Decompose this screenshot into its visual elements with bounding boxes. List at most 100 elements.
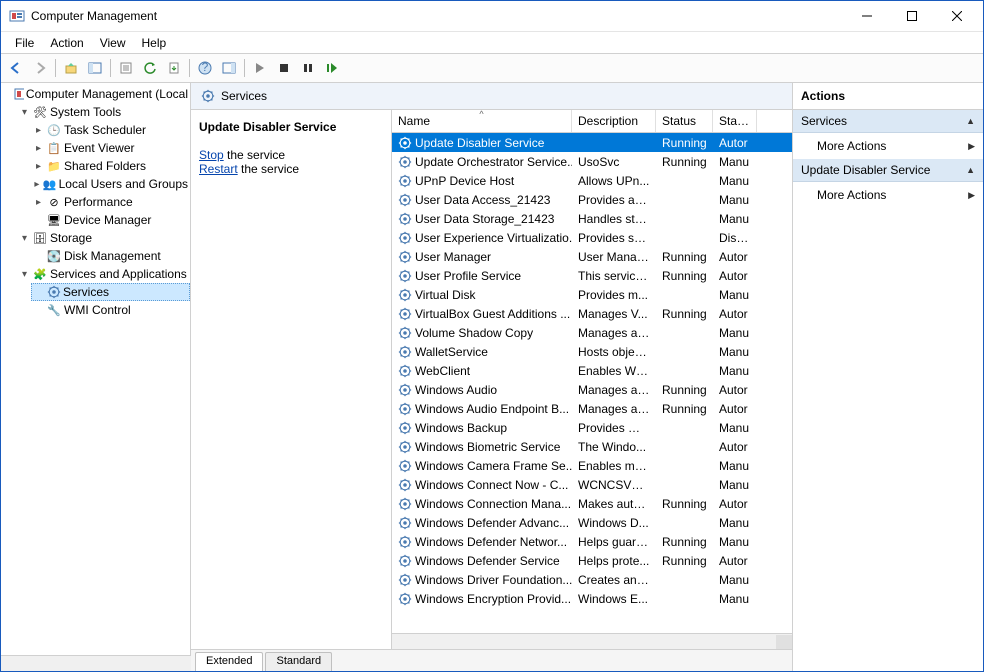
col-status[interactable]: Status — [656, 110, 713, 132]
gear-icon — [398, 573, 412, 587]
service-startup: Manu — [713, 345, 757, 359]
service-row[interactable]: User Data Access_21423Provides ap...Manu — [392, 190, 792, 209]
help-button[interactable]: ? — [194, 57, 216, 79]
tree-root[interactable]: Computer Management (Local — [3, 85, 190, 103]
show-hide-action-button[interactable] — [218, 57, 240, 79]
tab-extended[interactable]: Extended — [195, 652, 263, 671]
actions-group-services[interactable]: Services▲ — [793, 110, 983, 133]
horizontal-scrollbar[interactable] — [392, 633, 792, 649]
up-button[interactable] — [60, 57, 82, 79]
gear-icon — [398, 326, 412, 340]
expand-icon[interactable]: ▸ — [33, 179, 41, 190]
minimize-button[interactable] — [844, 2, 889, 30]
service-row[interactable]: Virtual DiskProvides m...Manu — [392, 285, 792, 304]
expand-icon[interactable]: ▸ — [33, 197, 44, 208]
tree-storage[interactable]: ▾🗄Storage — [17, 229, 190, 247]
service-row[interactable]: User ManagerUser Manag...RunningAutor — [392, 247, 792, 266]
tree-shared-folders[interactable]: ▸📁Shared Folders — [31, 157, 190, 175]
service-startup: Autor — [713, 554, 757, 568]
tree-event-viewer[interactable]: ▸📋Event Viewer — [31, 139, 190, 157]
service-row[interactable]: Windows BackupProvides Wi...Manu — [392, 418, 792, 437]
col-startup[interactable]: Startu — [713, 110, 757, 132]
service-row[interactable]: Update Disabler ServiceRunningAutor — [392, 133, 792, 152]
service-name: Windows Encryption Provid... — [415, 592, 571, 606]
menu-file[interactable]: File — [7, 34, 42, 52]
forward-button[interactable] — [29, 57, 51, 79]
service-status: Running — [656, 402, 713, 416]
service-description: Makes auto... — [572, 497, 656, 511]
tree-performance[interactable]: ▸⊘Performance — [31, 193, 190, 211]
service-row[interactable]: Windows Audio Endpoint B...Manages au...… — [392, 399, 792, 418]
service-row[interactable]: User Experience Virtualizatio...Provides… — [392, 228, 792, 247]
service-row[interactable]: Windows Defender ServiceHelps prote...Ru… — [392, 551, 792, 570]
service-row[interactable]: Update Orchestrator Service...UsoSvcRunn… — [392, 152, 792, 171]
expand-icon[interactable]: ▸ — [33, 125, 44, 136]
service-row[interactable]: VirtualBox Guest Additions ...Manages V.… — [392, 304, 792, 323]
menu-help[interactable]: Help — [134, 34, 175, 52]
stop-service-link-line: Stop the service — [199, 148, 383, 162]
service-row[interactable]: Windows Biometric ServiceThe Windo...Aut… — [392, 437, 792, 456]
service-status: Running — [656, 269, 713, 283]
tree-pane[interactable]: Computer Management (Local ▾🛠System Tool… — [1, 83, 191, 671]
stop-service-button[interactable] — [273, 57, 295, 79]
service-row[interactable]: Windows Connection Mana...Makes auto...R… — [392, 494, 792, 513]
service-rows[interactable]: Update Disabler ServiceRunningAutorUpdat… — [392, 133, 792, 633]
service-description: Creates and... — [572, 573, 656, 587]
gear-icon — [398, 421, 412, 435]
back-button[interactable] — [5, 57, 27, 79]
tree-services[interactable]: Services — [31, 283, 190, 301]
col-name[interactable]: Name — [392, 110, 572, 132]
tree-device-manager[interactable]: 🖥Device Manager — [31, 211, 190, 229]
service-description: Manages V... — [572, 307, 656, 321]
service-row[interactable]: User Profile ServiceThis service ...Runn… — [392, 266, 792, 285]
actions-group-selected[interactable]: Update Disabler Service▲ — [793, 159, 983, 182]
menu-view[interactable]: View — [92, 34, 134, 52]
service-row[interactable]: WebClientEnables Win...Manu — [392, 361, 792, 380]
actions-more-2[interactable]: More Actions▶ — [793, 182, 983, 208]
expand-icon[interactable]: ▸ — [33, 143, 44, 154]
service-row[interactable]: Volume Shadow CopyManages an...Manu — [392, 323, 792, 342]
close-button[interactable] — [934, 2, 979, 30]
service-row[interactable]: Windows Camera Frame Se...Enables mul...… — [392, 456, 792, 475]
start-service-button[interactable] — [249, 57, 271, 79]
collapse-icon[interactable]: ▾ — [19, 269, 30, 280]
tree-horizontal-scrollbar[interactable] — [1, 655, 191, 671]
tree-wmi[interactable]: 🔧WMI Control — [31, 301, 190, 319]
gear-icon — [398, 554, 412, 568]
restart-link[interactable]: Restart — [199, 162, 238, 176]
service-row[interactable]: Windows Defender Networ...Helps guard...… — [392, 532, 792, 551]
tree-services-apps[interactable]: ▾🧩Services and Applications — [17, 265, 190, 283]
service-row[interactable]: Windows Driver Foundation...Creates and.… — [392, 570, 792, 589]
collapse-icon[interactable]: ▾ — [19, 107, 30, 118]
col-description[interactable]: Description — [572, 110, 656, 132]
service-row[interactable]: UPnP Device HostAllows UPn...Manu — [392, 171, 792, 190]
service-row[interactable]: Windows Encryption Provid...Windows E...… — [392, 589, 792, 608]
maximize-button[interactable] — [889, 2, 934, 30]
service-row[interactable]: User Data Storage_21423Handles sto...Man… — [392, 209, 792, 228]
svg-text:?: ? — [202, 61, 209, 74]
restart-service-button[interactable] — [321, 57, 343, 79]
titlebar[interactable]: Computer Management — [1, 1, 983, 31]
service-row[interactable]: Windows Defender Advanc...Windows D...Ma… — [392, 513, 792, 532]
tree-system-tools[interactable]: ▾🛠System Tools — [17, 103, 190, 121]
gear-icon — [398, 364, 412, 378]
collapse-icon[interactable]: ▾ — [19, 233, 30, 244]
actions-more-1[interactable]: More Actions▶ — [793, 133, 983, 159]
service-row[interactable]: Windows Connect Now - C...WCNCSVC ...Man… — [392, 475, 792, 494]
stop-link[interactable]: Stop — [199, 148, 224, 162]
menu-action[interactable]: Action — [42, 34, 91, 52]
tree-task-scheduler[interactable]: ▸🕒Task Scheduler — [31, 121, 190, 139]
tree-disk-management[interactable]: 💽Disk Management — [31, 247, 190, 265]
show-hide-tree-button[interactable] — [84, 57, 106, 79]
tree-local-users[interactable]: ▸👥Local Users and Groups — [31, 175, 190, 193]
export-button[interactable] — [163, 57, 185, 79]
service-row[interactable]: WalletServiceHosts objec...Manu — [392, 342, 792, 361]
tab-standard[interactable]: Standard — [265, 652, 332, 671]
refresh-button[interactable] — [139, 57, 161, 79]
service-row[interactable]: Windows AudioManages au...RunningAutor — [392, 380, 792, 399]
pause-service-button[interactable] — [297, 57, 319, 79]
expand-icon[interactable]: ▸ — [33, 161, 44, 172]
gear-icon — [398, 402, 412, 416]
properties-button[interactable] — [115, 57, 137, 79]
service-name: Windows Connection Mana... — [415, 497, 571, 511]
